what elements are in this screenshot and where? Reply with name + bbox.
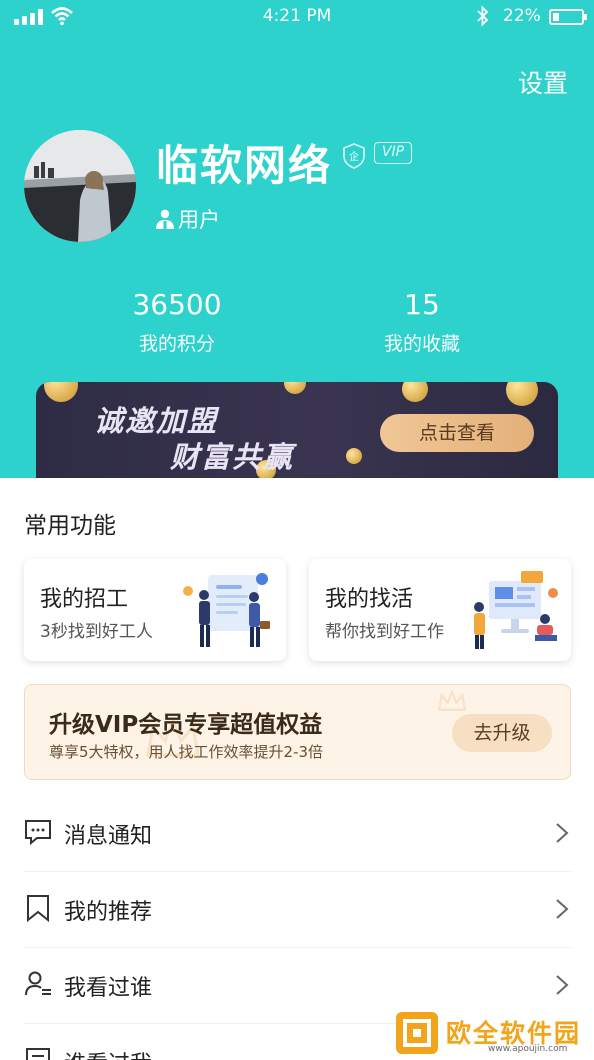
avatar[interactable] [24, 130, 136, 242]
user-icon [156, 209, 174, 229]
bookmark-icon [27, 895, 49, 922]
vip-upgrade-card[interactable]: 升级VIP会员专享超值权益 尊享5大特权，用人找工作效率提升2-3倍 去升级 [24, 684, 571, 780]
vip-promo-title: 升级VIP会员专享超值权益 [49, 712, 323, 738]
coin-decoration [44, 382, 78, 402]
my-jobs-subtitle: 帮你找到好工作 [325, 622, 444, 642]
crown-icon [437, 689, 467, 711]
banner-headline-2: 财富共赢 [170, 440, 295, 474]
points-label: 我的积分 [138, 333, 215, 355]
profile-role-label: 用户 [178, 208, 220, 232]
my-hiring-title: 我的招工 [40, 587, 129, 612]
enterprise-badge-icon: 企 [343, 143, 365, 169]
menu-item-messages[interactable]: 消息通知 [24, 796, 571, 872]
points-stat[interactable]: 36500 我的积分 [77, 288, 277, 356]
chevron-right-icon [556, 975, 569, 995]
chevron-right-icon [556, 823, 569, 843]
message-icon [25, 820, 51, 846]
menu-item-recommendations[interactable]: 我的推荐 [24, 872, 571, 948]
status-bar: 4:21 PM 22% [0, 0, 594, 34]
watermark: 欧全软件园 www.apoujin.com [396, 1010, 590, 1056]
banner-view-button[interactable]: 点击查看 [380, 414, 534, 452]
battery-icon [549, 9, 587, 25]
job-illustration-icon [474, 571, 558, 649]
hiring-illustration-icon [183, 573, 270, 647]
my-hiring-card[interactable]: 我的招工 3秒找到好工人 [24, 559, 286, 661]
vip-badge: VIP [374, 142, 412, 164]
battery-percentage: 22% [503, 6, 541, 26]
coin-decoration [346, 448, 362, 464]
menu-item-label: 谁看过我 [64, 1046, 152, 1060]
watermark-logo-icon [396, 1012, 438, 1054]
profile-role: 用户 [154, 204, 220, 234]
favorites-label: 我的收藏 [383, 333, 460, 355]
avatar-image [24, 130, 136, 242]
menu-item-label: 消息通知 [64, 824, 153, 849]
upgrade-button[interactable]: 去升级 [452, 714, 552, 752]
person-list-icon [25, 971, 51, 996]
watermark-url: www.apoujin.com [488, 1044, 568, 1054]
points-value: 36500 [132, 288, 222, 321]
document-icon [26, 1048, 50, 1060]
my-jobs-title: 我的找活 [325, 587, 414, 612]
bluetooth-icon [477, 5, 489, 27]
franchise-banner[interactable]: 诚邀加盟 财富共赢 点击查看 [36, 382, 558, 478]
coin-decoration [506, 382, 538, 406]
common-functions-title: 常用功能 [24, 513, 116, 539]
menu-item-label: 我看过谁 [64, 976, 153, 1001]
battery-level-fill [553, 13, 559, 21]
favorites-value: 15 [404, 288, 440, 321]
favorites-stat[interactable]: 15 我的收藏 [322, 288, 522, 356]
enterprise-badge-label: 企 [349, 150, 359, 163]
menu-item-label: 我的推荐 [64, 900, 153, 925]
my-jobs-card[interactable]: 我的找活 帮你找到好工作 [309, 559, 571, 661]
profile-name: 临软网络 [156, 141, 333, 190]
my-hiring-subtitle: 3秒找到好工人 [40, 622, 153, 642]
vip-promo-subtitle: 尊享5大特权，用人找工作效率提升2-3倍 [49, 743, 324, 761]
chevron-right-icon [556, 899, 569, 919]
coin-decoration [402, 382, 428, 402]
settings-button[interactable]: 设置 [518, 64, 568, 100]
coin-decoration [284, 382, 306, 394]
